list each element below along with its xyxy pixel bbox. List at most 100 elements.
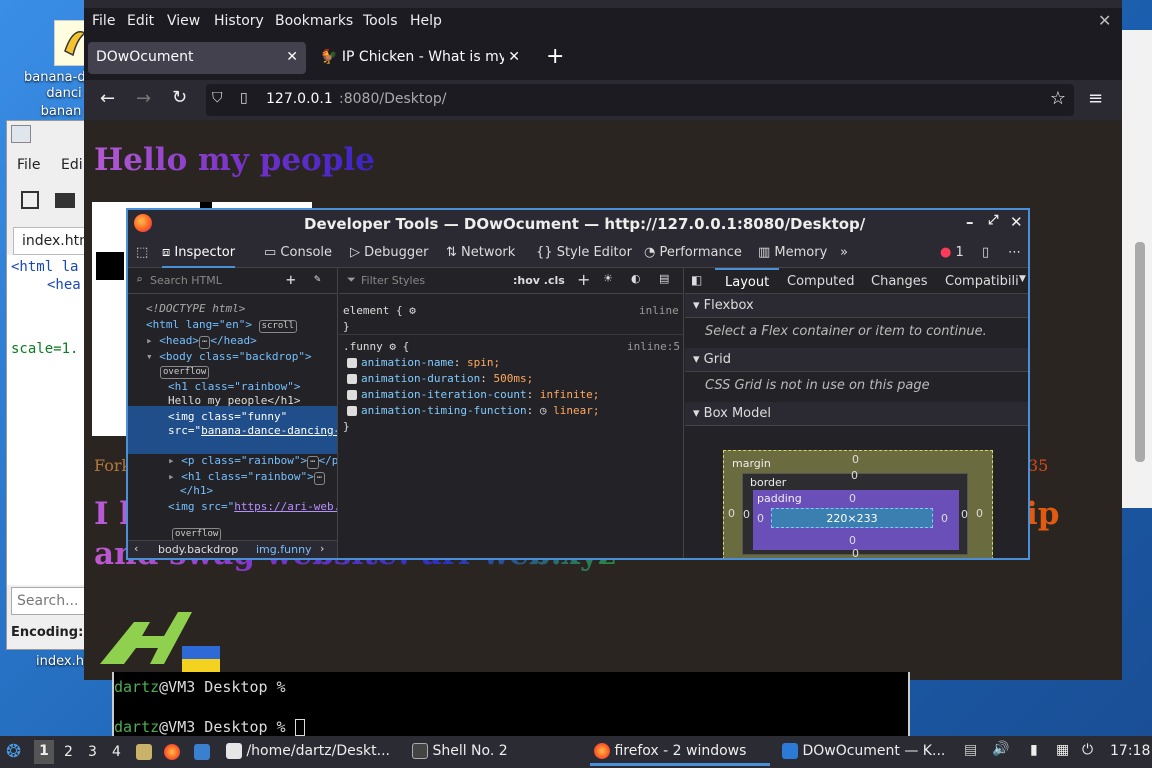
margin-left-value[interactable]: 0 xyxy=(728,507,735,520)
hamburger-menu-icon[interactable]: ≡ xyxy=(1088,88,1103,109)
layout-panel[interactable]: ◧ Layout Computed Changes Compatibili ▼ … xyxy=(685,268,1028,558)
padding-top-value[interactable]: 0 xyxy=(849,492,856,505)
declaration[interactable]: animation-timing-function: ◷ linear; xyxy=(347,404,599,417)
padding-bottom-value[interactable]: 0 xyxy=(849,534,856,547)
declaration[interactable]: animation-name: spin; xyxy=(347,356,500,369)
menu-history[interactable]: History xyxy=(214,13,264,29)
print-media-icon[interactable]: ▤ xyxy=(659,272,669,285)
menu-bookmarks[interactable]: Bookmarks xyxy=(275,13,353,29)
dropdown-arrow-icon[interactable]: ▼ xyxy=(1019,274,1026,284)
tab-network[interactable]: ⇅ Network xyxy=(446,245,515,260)
tab-dowocument[interactable]: DOwOcument ✕ xyxy=(88,42,306,74)
element-picker-icon[interactable]: ⬚ xyxy=(136,245,148,260)
rules-panel[interactable]: ⏷ Filter Styles :hov .cls + ☀ ◐ ▤ elemen… xyxy=(339,268,684,558)
forward-arrow-icon[interactable]: → xyxy=(136,88,151,109)
box-model-content[interactable]: 220×233 xyxy=(771,508,933,528)
tab-inspector[interactable]: ⧈ Inspector xyxy=(162,245,236,268)
taskbar-item-firefox[interactable]: firefox - 2 windows xyxy=(590,740,770,766)
window-close-icon[interactable]: ✕ xyxy=(1098,11,1111,30)
border-left-value[interactable]: 0 xyxy=(743,508,750,521)
new-file-icon[interactable] xyxy=(21,191,39,209)
box-model-border[interactable]: border 0 0 0 padding 0 0 0 0 220×233 xyxy=(742,469,968,555)
padding-left-value[interactable]: 0 xyxy=(757,512,764,525)
img2-node[interactable]: <img src="https://ari-web.xyz/favicon.ic… xyxy=(168,500,337,513)
body-node[interactable]: ▾ <body class="backdrop"> xyxy=(146,350,312,363)
box-model-margin[interactable]: margin 0 0 0 border 0 0 0 padding 0 0 0 … xyxy=(723,450,993,558)
tab-ip-chicken[interactable]: 🐓 IP Chicken - What is my I ✕ xyxy=(312,42,528,74)
tab-close-icon[interactable]: ✕ xyxy=(286,49,298,65)
desktop-icon[interactable] xyxy=(194,744,210,760)
html-node[interactable]: <html lang="en"> scroll xyxy=(146,318,298,333)
menu-view[interactable]: View xyxy=(167,13,200,29)
url-bar[interactable]: ⛉ ▯ 127.0.0.1 :8080/Desktop/ ☆ xyxy=(206,84,1074,116)
file-manager-icon[interactable] xyxy=(136,744,152,760)
border-top-value[interactable]: 0 xyxy=(851,469,858,482)
h1-node-2[interactable]: ▸ <h1 class="rainbow"> ⋯ xyxy=(168,470,326,485)
tab-style-editor[interactable]: {} Style Editor xyxy=(536,245,632,260)
tab-console[interactable]: ▭ Console xyxy=(264,245,332,260)
menu-help[interactable]: Help xyxy=(410,13,442,29)
clock[interactable]: 17:18 xyxy=(1110,743,1150,759)
tab-debugger[interactable]: ▷ Debugger xyxy=(350,245,429,260)
tab-performance[interactable]: ◔ Performance xyxy=(644,245,742,260)
box-model-padding[interactable]: padding 0 0 0 0 220×233 xyxy=(753,490,959,550)
funny-rule-source[interactable]: inline:5 xyxy=(627,340,680,353)
error-badge[interactable]: ● 1 xyxy=(940,245,964,260)
volume-icon[interactable]: 🔊 xyxy=(992,741,1009,757)
clipboard-icon[interactable]: ▮ xyxy=(1030,742,1038,758)
tab-layout[interactable]: Layout xyxy=(715,268,780,295)
more-options-icon[interactable]: ⋯ xyxy=(1008,245,1021,260)
breadcrumb-img[interactable]: img.funny xyxy=(256,543,312,556)
tab-changes[interactable]: Changes xyxy=(871,274,928,289)
element-rule-source[interactable]: inline xyxy=(639,304,679,317)
tab-computed[interactable]: Computed xyxy=(787,274,855,289)
sidebar-toggle-icon[interactable]: ◧ xyxy=(691,273,702,287)
taskbar-item-dowocument[interactable]: DOwOcument — K... xyxy=(778,740,958,766)
h1-node[interactable]: <h1 class="rainbow"> xyxy=(168,380,300,393)
bookmark-star-icon[interactable]: ☆ xyxy=(1050,88,1066,109)
tab-close-icon[interactable]: ✕ xyxy=(504,49,520,65)
open-folder-icon[interactable] xyxy=(55,193,75,208)
tab-memory[interactable]: ▥ Memory xyxy=(758,245,827,260)
grid-section-header[interactable]: ▾ Grid xyxy=(685,348,1028,372)
background-window[interactable] xyxy=(1120,30,1152,508)
menu-edit[interactable]: Edit xyxy=(127,13,154,29)
html-tree-panel[interactable]: ⌕ Search HTML + ✎ <!DOCTYPE html> <html … xyxy=(128,268,338,558)
boxmodel-section-header[interactable]: ▾ Box Model xyxy=(685,402,1028,426)
add-node-plus-icon[interactable]: + xyxy=(286,270,296,289)
add-rule-plus-icon[interactable]: + xyxy=(577,270,590,289)
light-mode-sun-icon[interactable]: ☀ xyxy=(603,272,613,285)
workspace-4[interactable]: 4 xyxy=(112,744,121,760)
dark-mode-contrast-icon[interactable]: ◐ xyxy=(631,272,641,285)
back-arrow-icon[interactable]: ← xyxy=(100,88,115,109)
declaration[interactable]: animation-duration: 500ms; xyxy=(347,372,533,385)
workspace-1[interactable]: 1 xyxy=(34,740,54,764)
workspace-3[interactable]: 3 xyxy=(88,744,97,760)
devtools-titlebar[interactable]: Developer Tools — DOwOcument — http://12… xyxy=(128,210,1028,238)
head-node[interactable]: ▸ <head> ⋯ </head> xyxy=(146,334,257,349)
firefox-launcher-icon[interactable] xyxy=(164,744,180,760)
margin-top-value[interactable]: 0 xyxy=(852,453,859,466)
tab-compatibility[interactable]: Compatibili xyxy=(945,274,1019,289)
responsive-mode-icon[interactable]: ▯ xyxy=(982,245,989,260)
workspace-2[interactable]: 2 xyxy=(64,744,73,760)
kate-menu-edit[interactable]: Edi xyxy=(61,157,83,173)
close-icon[interactable]: ✕ xyxy=(1010,213,1023,231)
search-html-input[interactable]: Search HTML xyxy=(150,274,222,287)
selected-img-node[interactable]: <img class="funny" src="banana-dance-dan… xyxy=(128,406,337,454)
declaration[interactable]: animation-iteration-count: infinite; xyxy=(347,388,599,401)
start-menu-icon[interactable]: ❂ xyxy=(6,741,21,762)
more-tabs-chevron-icon[interactable]: » xyxy=(840,245,848,260)
doctype-node[interactable]: <!DOCTYPE html> xyxy=(146,302,245,315)
taskbar-item-kate[interactable]: /home/dartz/Deskt... xyxy=(222,740,402,766)
breadcrumb-forward-icon[interactable]: › xyxy=(320,542,324,555)
menu-file[interactable]: File xyxy=(92,13,115,29)
devtools-window[interactable]: Developer Tools — DOwOcument — http://12… xyxy=(126,208,1030,560)
network-tray-icon[interactable]: ▦ xyxy=(1056,742,1069,758)
border-right-value[interactable]: 0 xyxy=(961,508,968,521)
taskbar-item-shell[interactable]: Shell No. 2 xyxy=(408,740,588,766)
maximize-icon[interactable]: ⤢ xyxy=(988,213,998,228)
tray-notification-icon[interactable]: ▤ xyxy=(964,742,977,758)
hov-cls-button[interactable]: :hov .cls xyxy=(513,274,565,287)
terminal-window[interactable]: dartz@VM3 Desktop % dartz@VM3 Desktop % xyxy=(112,672,910,736)
